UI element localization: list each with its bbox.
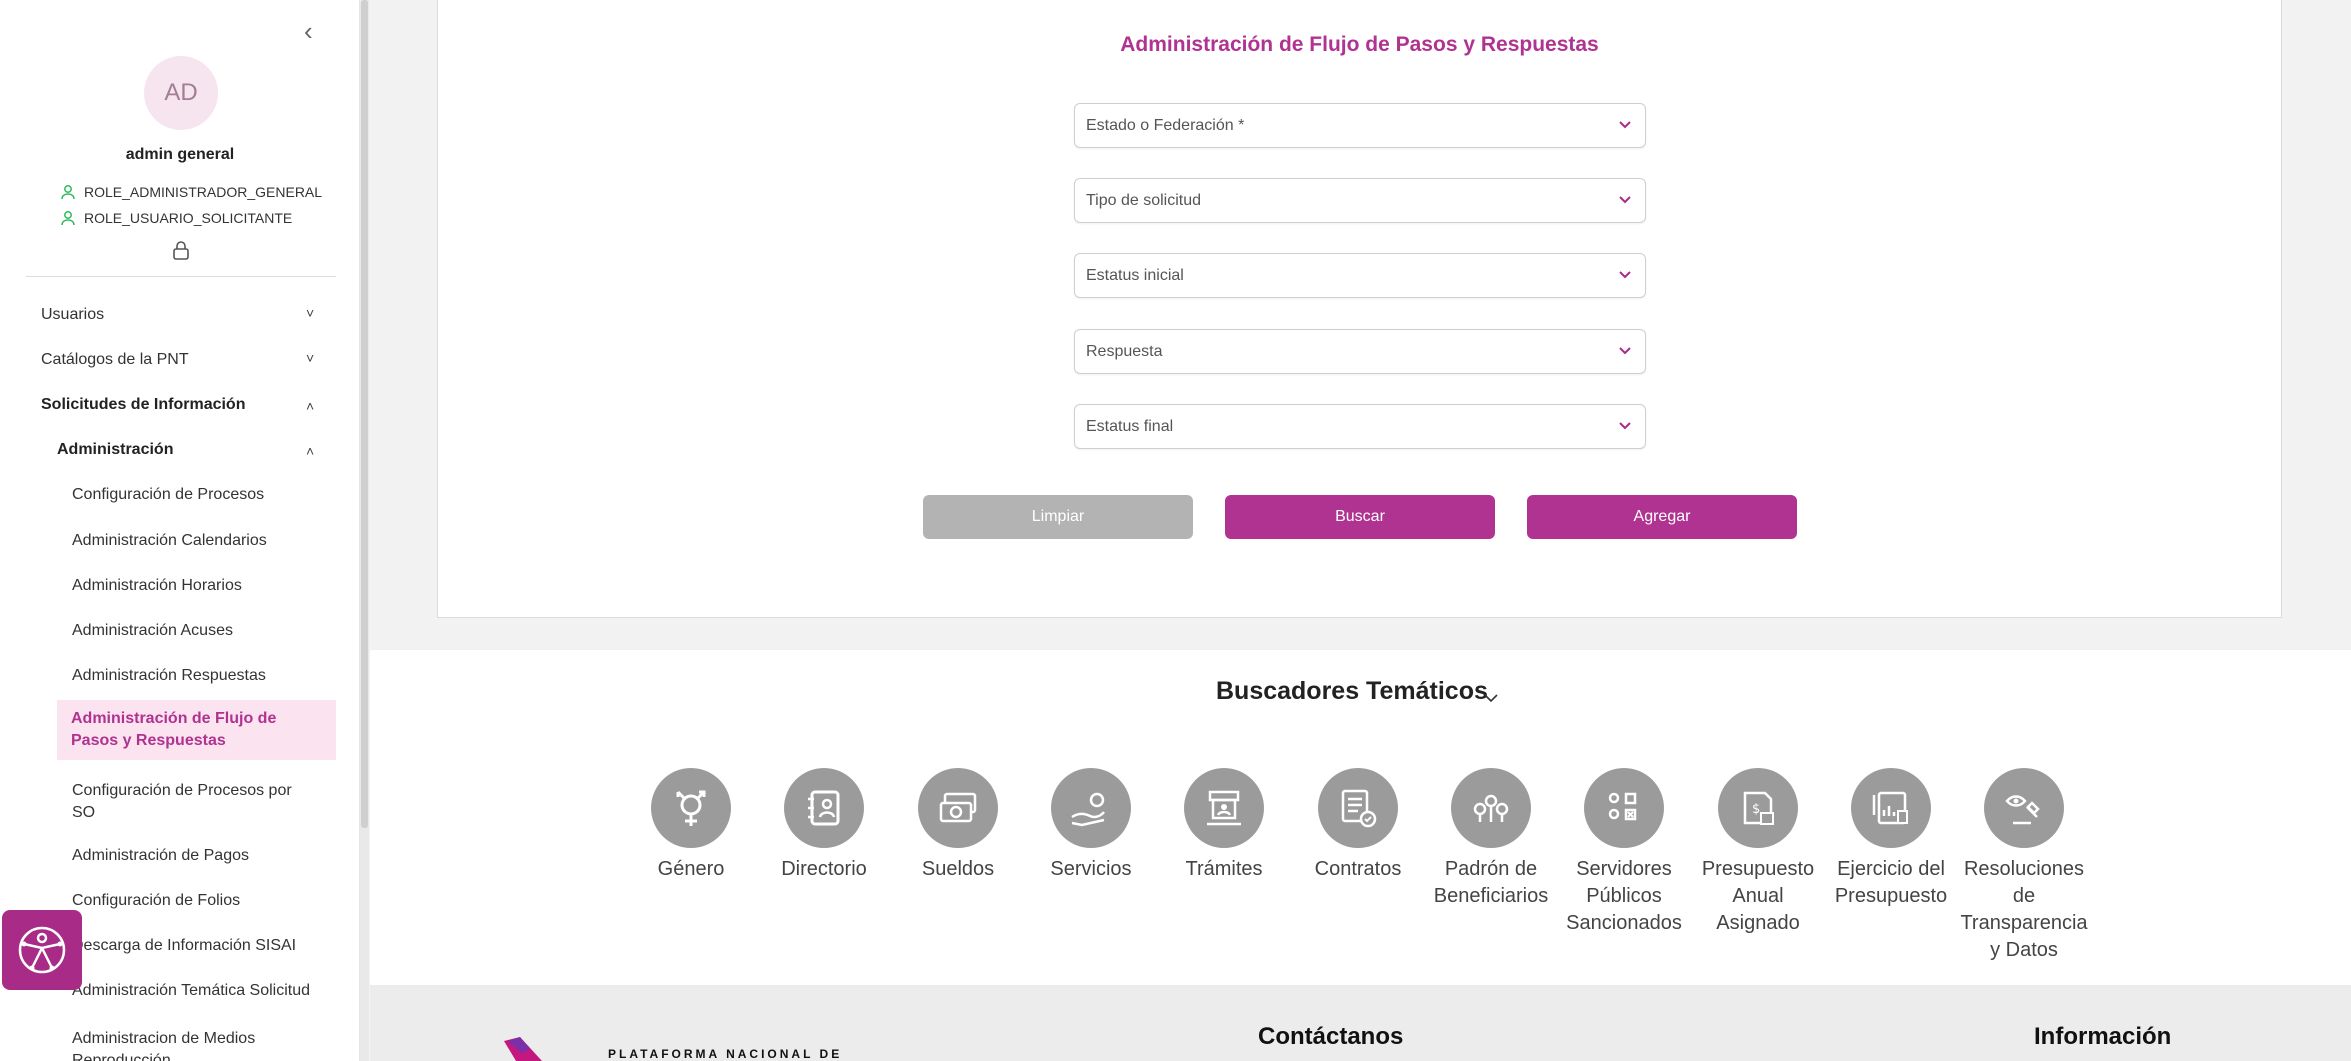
services-icon [1071,792,1105,827]
collapse-sidebar-icon[interactable]: ‹ [304,18,322,44]
accessibility-button[interactable] [2,910,82,990]
thematic-directorio[interactable]: Directorio [759,768,889,883]
thematic-label: Ejercicio del Presupuesto [1834,858,1948,907]
thematic-label: Servicios [1050,858,1132,880]
svg-text:$: $ [1752,802,1760,817]
chevron-down-icon [1619,422,1631,430]
select-label: Estado o Federación * [1086,117,1245,134]
chevron-down-icon [1619,196,1631,204]
select-label: Estatus inicial [1086,267,1184,284]
gender-icon [676,790,706,826]
sidebar: ‹ AD admin general ROLE_ADMINISTRADOR_GE… [0,0,360,1061]
thematic-label: Presupuesto Anual Asignado [1701,858,1815,934]
search-button[interactable]: Buscar [1225,495,1495,539]
select-label: Respuesta [1086,343,1163,360]
thematic-title[interactable]: Buscadores Temáticos [1216,677,1488,706]
thematic-servicios[interactable]: Servicios [1026,768,1156,883]
accessibility-icon [18,926,66,974]
thematic-label: Padrón de Beneficiarios [1433,858,1549,907]
sidebar-scrollbar-thumb[interactable] [361,0,368,828]
role-label: ROLE_USUARIO_SOLICITANTE [84,210,293,226]
role-item: ROLE_USUARIO_SOLICITANTE [60,210,292,226]
chevron-down-icon[interactable]: ˅ [306,305,314,321]
contracts-icon [1341,789,1377,828]
budget-icon: $ [1743,791,1774,825]
thematic-label: Resoluciones de Transparencia y Datos [1960,858,2088,961]
chevron-down-icon[interactable]: ˅ [306,350,314,366]
user-icon [61,211,75,226]
menu-item[interactable]: Administración Respuestas [72,667,266,685]
page-title: Administración de Flujo de Pasos y Respu… [1120,33,1599,56]
thematic-label: Género [657,858,725,880]
menu-item[interactable]: Administración Calendarios [72,532,267,550]
thematic-label: Trámites [1185,858,1263,880]
footer: PLATAFORMA NACIONAL DE Contáctanos Infor… [370,985,2351,1061]
menu-item[interactable]: Administración Acuses [72,622,233,640]
respuesta-select[interactable]: Respuesta [1074,329,1646,374]
chevron-up-icon[interactable]: ˄ [306,398,314,414]
sanctioned-officials-icon [1608,792,1637,821]
budget-exercise-icon [1872,791,1908,825]
chevron-down-icon [1619,121,1631,129]
thematic-ejercicio[interactable]: Ejercicio del Presupuesto [1826,768,1956,910]
menu-item[interactable]: Configuración de Procesos por SO [72,780,312,824]
thematic-tramites[interactable]: Trámites [1159,768,1289,883]
resolutions-icon [2005,795,2040,825]
thematic-label: Contratos [1314,858,1402,880]
lock-icon[interactable] [172,240,190,260]
thematic-padron[interactable]: Padrón de Beneficiarios [1426,768,1556,910]
menu-item[interactable]: Configuración de Procesos [72,486,264,504]
thematic-servidores[interactable]: Servidores Públicos Sancionados [1559,768,1689,937]
beneficiaries-icon [1473,794,1509,822]
clear-button[interactable]: Limpiar [923,495,1193,539]
menu-catalogos[interactable]: Catálogos de la PNT [41,351,189,369]
select-label: Tipo de solicitud [1086,192,1202,209]
tipo-solicitud-select[interactable]: Tipo de solicitud [1074,178,1646,223]
chevron-down-icon[interactable] [1483,691,1499,705]
thematic-resoluciones[interactable]: Resoluciones de Transparencia y Datos [1959,768,2089,964]
thematic-search-section: Buscadores Temáticos Género Directorio S… [370,650,2351,985]
estado-select[interactable]: Estado o Federación * [1074,103,1646,148]
role-label: ROLE_ADMINISTRADOR_GENERAL [84,184,323,200]
menu-usuarios[interactable]: Usuarios [41,306,104,324]
add-button[interactable]: Agregar [1527,495,1797,539]
salary-icon [939,792,977,823]
thematic-contratos[interactable]: Contratos [1293,768,1423,883]
divider [26,276,336,277]
menu-item[interactable]: Administración Temática Solicitud [72,982,310,1000]
menu-item[interactable]: Configuración de Folios [72,892,240,910]
contact-heading: Contáctanos [1258,1023,1404,1050]
menu-item[interactable]: Administración Horarios [72,577,242,595]
menu-item-active[interactable]: Administración de Flujo de Pasos y Respu… [57,700,336,760]
menu-item[interactable]: Administracion de Medios Reproducción [72,1028,312,1061]
thematic-label: Sueldos [921,858,995,880]
logo-text: PLATAFORMA NACIONAL DE [608,1047,843,1061]
select-label: Estatus final [1086,418,1174,435]
menu-solicitudes[interactable]: Solicitudes de Información [41,396,245,414]
estatus-final-select[interactable]: Estatus final [1074,404,1646,449]
directory-icon [808,790,840,826]
menu-administracion[interactable]: Administración [57,441,173,459]
role-item: ROLE_ADMINISTRADOR_GENERAL [60,184,322,200]
user-name: admin general [125,146,235,163]
user-icon [61,185,75,200]
form-card: Administración de Flujo de Pasos y Respu… [437,0,2282,618]
chevron-down-icon [1619,271,1631,279]
menu-item[interactable]: Administración de Pagos [72,847,249,865]
chevron-up-icon[interactable]: ˄ [306,443,314,459]
thematic-label: Servidores Públicos Sancionados [1566,858,1682,934]
menu-item[interactable]: Descarga de Información SISAI [72,937,296,955]
thematic-presupuesto[interactable]: $ Presupuesto Anual Asignado [1693,768,1823,937]
procedures-icon [1207,790,1241,826]
avatar: AD [144,56,218,130]
thematic-label: Directorio [781,858,867,880]
estatus-inicial-select[interactable]: Estatus inicial [1074,253,1646,298]
info-heading: Información [2034,1023,2172,1050]
thematic-sueldos[interactable]: Sueldos [893,768,1023,883]
thematic-genero[interactable]: Género [626,768,756,883]
pnt-logo [504,1037,542,1061]
chevron-down-icon [1619,347,1631,355]
